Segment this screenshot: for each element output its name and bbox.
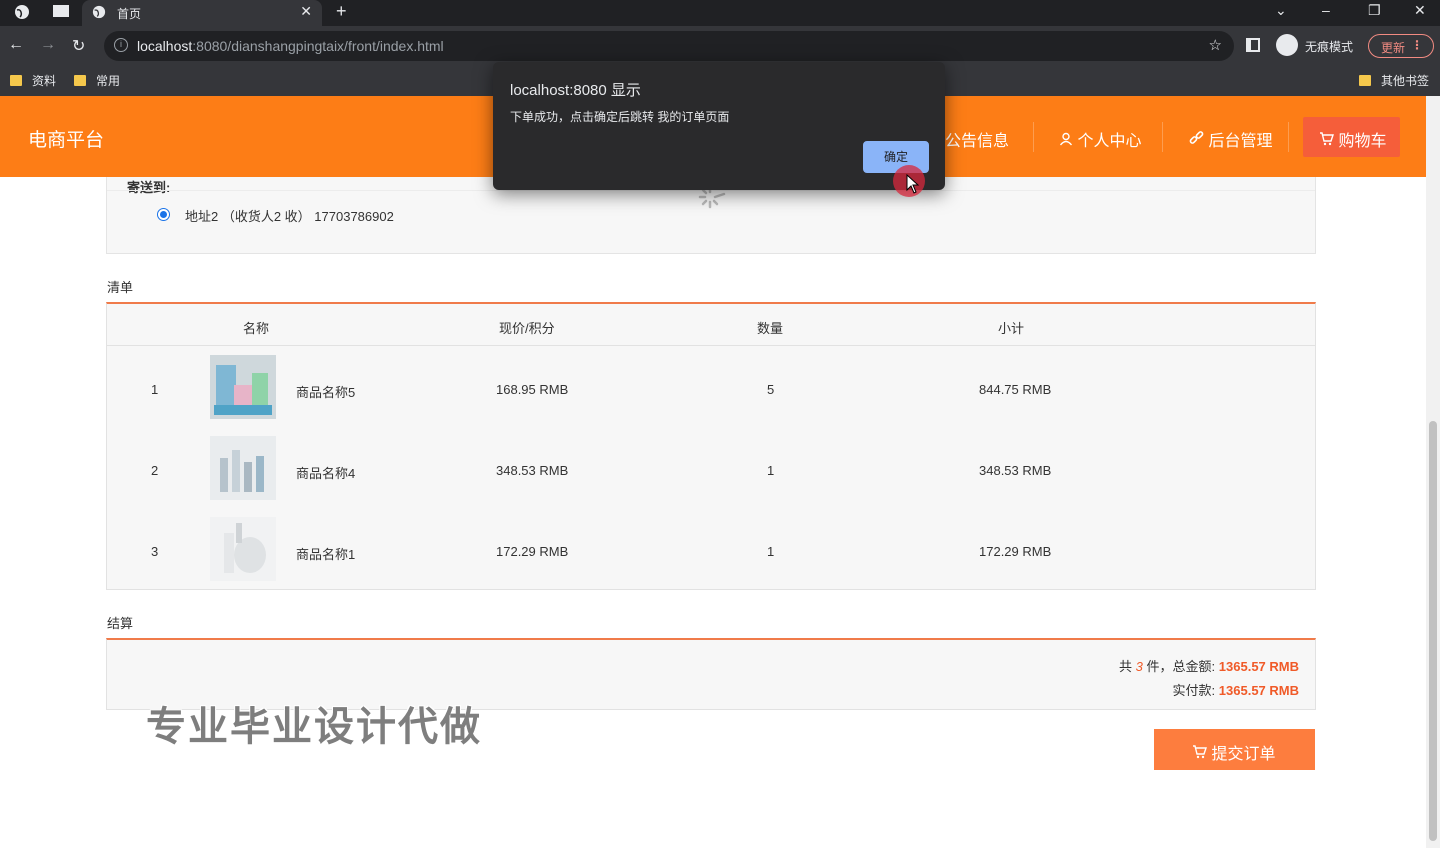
tab-close-icon[interactable]: ✕ — [300, 3, 312, 20]
forward-icon[interactable]: → — [40, 36, 56, 54]
page-scrollbar[interactable] — [1426, 96, 1440, 848]
folder-icon — [1359, 75, 1371, 86]
settlement-label: 结算 — [107, 616, 134, 631]
alert-dialog: localhost:8080 显示 下单成功，点击确定后跳转 我的订单页面 确定 — [493, 62, 945, 190]
nav-divider — [1033, 122, 1034, 152]
side-panel-icon[interactable] — [1246, 38, 1260, 52]
product-price: 172.29 RMB — [496, 544, 569, 559]
globe-icon[interactable] — [14, 4, 30, 23]
product-qty: 1 — [767, 463, 775, 478]
cart-icon — [1192, 745, 1211, 763]
column-header: 小计 — [998, 321, 1025, 336]
address-bar[interactable]: i localhost:8080/dianshangpingtaix/front… — [104, 31, 1234, 61]
restore-icon[interactable]: ❐ — [1368, 2, 1381, 19]
other-bookmarks[interactable]: 其他书签 — [1359, 72, 1429, 89]
folder-icon — [74, 75, 86, 86]
back-icon[interactable]: ← — [8, 36, 24, 54]
browser-tab-bar: 首页 ✕ + ⌄ – ❐ ✕ — [0, 0, 1440, 26]
product-subtotal: 172.29 RMB — [979, 544, 1052, 559]
product-qty: 1 — [767, 544, 775, 559]
table-row: 2 商品名称4 348.53 RMB 1 348.53 RMB — [107, 430, 1315, 511]
product-image[interactable] — [210, 436, 276, 500]
reload-icon[interactable]: ↻ — [72, 36, 85, 56]
tab-favicon-icon — [92, 5, 106, 22]
nav-divider — [1288, 122, 1289, 152]
product-qty: 5 — [767, 382, 775, 397]
product-name[interactable]: 商品名称4 — [296, 463, 355, 482]
scrollbar-thumb[interactable] — [1429, 421, 1437, 841]
list-label: 清单 — [107, 280, 134, 295]
submit-order-button[interactable]: 提交订单 — [1154, 729, 1315, 770]
nav-divider — [1162, 122, 1163, 152]
table-header: 名称 现价/积分 数量 小计 — [107, 304, 1315, 346]
minimize-icon[interactable]: – — [1322, 2, 1330, 18]
product-image[interactable] — [210, 517, 276, 581]
cart-button[interactable]: 购物车 — [1303, 117, 1400, 157]
column-header: 数量 — [757, 321, 784, 336]
paid-amount: 1365.57 RMB — [1218, 683, 1299, 698]
total-amount: 1365.57 RMB — [1218, 659, 1299, 674]
cart-icon — [1319, 132, 1338, 150]
order-items-table: 名称 现价/积分 数量 小计 1 商品名称5 168.95 RMB 5 844.… — [106, 302, 1316, 590]
product-subtotal: 348.53 RMB — [979, 463, 1052, 478]
incognito-icon[interactable] — [1276, 34, 1298, 56]
paid-summary: 实付款: 1365.57 RMB — [1172, 683, 1299, 698]
link-icon — [1189, 131, 1208, 150]
nav-item-profile[interactable]: 个人中心 — [1059, 127, 1141, 151]
bookmark-folder[interactable]: 常用 — [74, 72, 120, 89]
column-header: 名称 — [243, 321, 270, 336]
nav-item-notices[interactable]: 公告信息 — [945, 127, 1009, 151]
address-text[interactable]: 地址2 （收货人2 收） 17703786902 — [185, 206, 394, 225]
address-radio[interactable] — [157, 208, 170, 221]
item-count: 3 — [1135, 659, 1143, 674]
update-button[interactable]: 更新 ⋮ — [1368, 34, 1434, 58]
row-index: 2 — [151, 463, 159, 478]
dialog-message: 下单成功，点击确定后跳转 我的订单页面 — [510, 110, 730, 124]
row-index: 1 — [151, 382, 159, 397]
user-icon — [1059, 132, 1077, 150]
product-name[interactable]: 商品名称1 — [296, 544, 355, 563]
close-window-icon[interactable]: ✕ — [1414, 2, 1426, 19]
product-price: 168.95 RMB — [496, 382, 569, 397]
row-index: 3 — [151, 544, 159, 559]
update-label: 更新 — [1381, 41, 1406, 55]
nav-item-admin[interactable]: 后台管理 — [1189, 127, 1272, 151]
url-text[interactable]: localhost:8080/dianshangpingtaix/front/i… — [137, 38, 444, 54]
product-subtotal: 844.75 RMB — [979, 382, 1052, 397]
bookmark-folder[interactable]: 资料 — [10, 72, 56, 89]
folder-icon — [10, 75, 22, 86]
shipping-title: 寄送到: — [127, 180, 171, 195]
table-row: 1 商品名称5 168.95 RMB 5 844.75 RMB — [107, 349, 1315, 430]
new-tab-icon[interactable]: + — [336, 1, 347, 22]
tab-title: 首页 — [117, 7, 142, 21]
watermark-text: 专业毕业设计代做 — [146, 705, 482, 749]
table-row: 3 商品名称1 172.29 RMB 1 172.29 RMB — [107, 511, 1315, 592]
tab-overview-icon[interactable] — [53, 4, 69, 21]
incognito-label: 无痕模式 — [1305, 40, 1354, 54]
browser-toolbar: ← → ↻ i localhost:8080/dianshangpingtaix… — [0, 26, 1440, 66]
product-price: 348.53 RMB — [496, 463, 569, 478]
site-brand[interactable]: 电商平台 — [28, 125, 104, 152]
total-summary: 共 3 件，总金额: 1365.57 RMB — [1119, 659, 1299, 674]
dialog-title: localhost:8080 显示 — [510, 82, 641, 99]
menu-icon[interactable]: ⋮ — [1411, 38, 1423, 52]
column-header: 现价/积分 — [499, 321, 555, 336]
product-name[interactable]: 商品名称5 — [296, 382, 355, 401]
mouse-cursor-icon — [906, 173, 920, 197]
browser-tab[interactable]: 首页 ✕ — [82, 0, 322, 26]
bookmark-star-icon[interactable]: ☆ — [1209, 36, 1222, 54]
product-image[interactable] — [210, 355, 276, 419]
site-info-icon[interactable]: i — [114, 38, 128, 52]
tab-search-icon[interactable]: ⌄ — [1275, 2, 1287, 19]
